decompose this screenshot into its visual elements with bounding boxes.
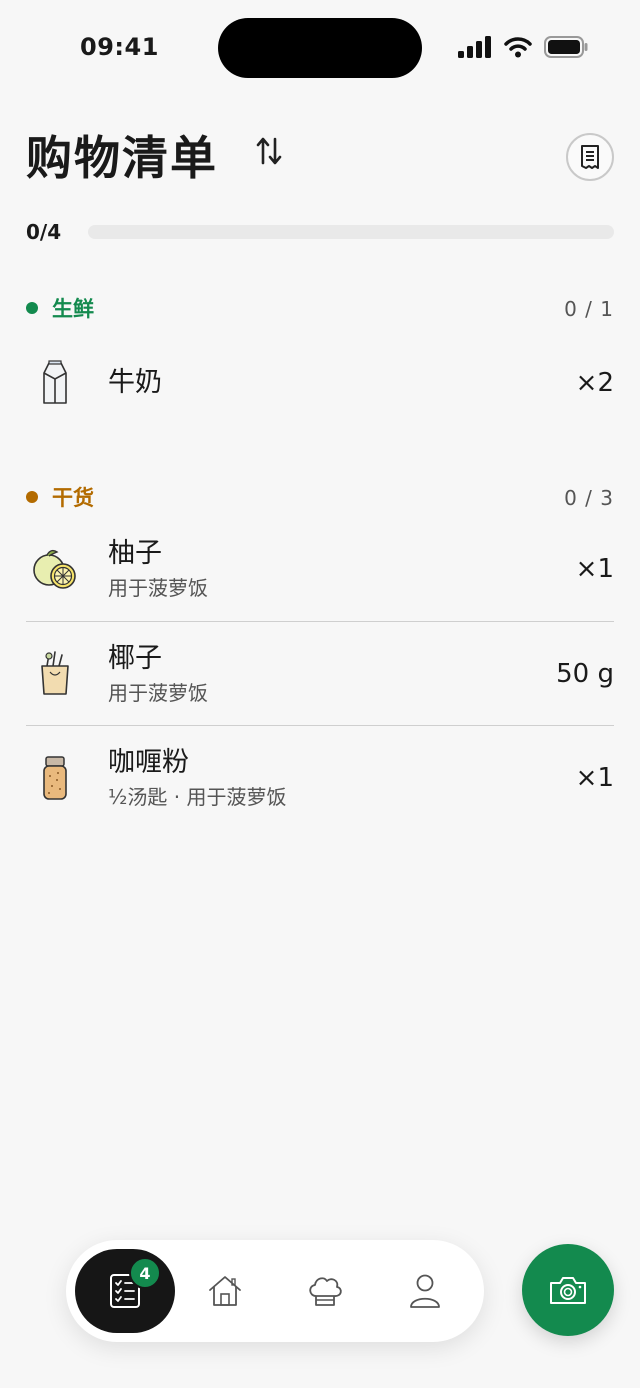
pomelo-icon — [26, 540, 84, 598]
section-fresh: 生鲜 0 / 1 牛奶 ×2 — [26, 288, 614, 438]
chef-hat-icon — [309, 1277, 342, 1306]
section-title: 生鲜 — [52, 297, 94, 321]
section-header: 干货 0 / 3 — [26, 477, 614, 517]
wifi-icon — [504, 37, 532, 58]
item-quantity: ×1 — [575, 762, 614, 793]
tab-home[interactable] — [175, 1249, 275, 1333]
receipt-icon — [581, 145, 599, 169]
section-dot-fresh — [26, 302, 38, 314]
item-name: 牛奶 — [108, 367, 162, 398]
item-name: 咖喱粉 — [108, 746, 189, 778]
cellular-signal-icon — [458, 36, 491, 58]
sort-button[interactable] — [254, 134, 284, 168]
section-header: 生鲜 0 / 1 — [26, 288, 614, 328]
section-dot-dry-goods — [26, 491, 38, 503]
item-name: 椰子 — [108, 642, 162, 674]
status-icons — [458, 36, 588, 58]
dynamic-island — [218, 18, 422, 78]
item-note: ½汤匙 · 用于菠萝饭 — [108, 784, 287, 809]
item-quantity: ×2 — [575, 368, 614, 398]
page-title: 购物清单 — [26, 131, 218, 185]
spice-jar-icon — [26, 749, 84, 807]
list-item-pomelo[interactable]: 柚子 用于菠萝饭 ×1 — [26, 517, 614, 621]
sort-arrows-icon — [256, 137, 282, 165]
status-bar: 09:41 — [0, 0, 640, 96]
home-icon — [209, 1276, 241, 1306]
list-item-coconut[interactable]: 椰子 用于菠萝饭 50 g — [26, 621, 614, 725]
camera-button[interactable] — [522, 1244, 614, 1336]
receipt-button[interactable] — [566, 133, 614, 181]
progress-bar — [88, 225, 614, 239]
profile-icon — [410, 1274, 440, 1308]
section-title: 干货 — [52, 486, 94, 510]
list-item-milk[interactable]: 牛奶 ×2 — [26, 328, 614, 438]
section-count: 0 / 3 — [564, 486, 614, 510]
section-dry-goods: 干货 0 / 3 柚子 用于菠萝饭 ×1 椰子 用于菠萝饭 50 g 咖喱粉 ½… — [26, 477, 614, 829]
item-note: 用于菠萝饭 — [108, 576, 208, 600]
tab-shopping-list[interactable]: 4 — [75, 1249, 175, 1333]
tab-recipes[interactable] — [275, 1249, 375, 1333]
grocery-bag-icon — [26, 645, 84, 703]
section-count: 0 / 1 — [564, 297, 614, 321]
camera-icon — [550, 1277, 586, 1304]
bottom-tab-bar: 4 — [66, 1240, 484, 1342]
battery-icon — [544, 36, 588, 58]
item-quantity: 50 g — [556, 658, 614, 689]
item-name: 柚子 — [108, 538, 162, 569]
milk-carton-icon — [26, 354, 84, 412]
item-quantity: ×1 — [575, 554, 614, 584]
item-note: 用于菠萝饭 — [108, 680, 208, 705]
status-time: 09:41 — [80, 33, 159, 61]
progress-label: 0/4 — [26, 220, 62, 244]
list-item-curry-powder[interactable]: 咖喱粉 ½汤匙 · 用于菠萝饭 ×1 — [26, 725, 614, 829]
tab-profile[interactable] — [375, 1249, 475, 1333]
shopping-list-badge: 4 — [129, 1257, 161, 1289]
